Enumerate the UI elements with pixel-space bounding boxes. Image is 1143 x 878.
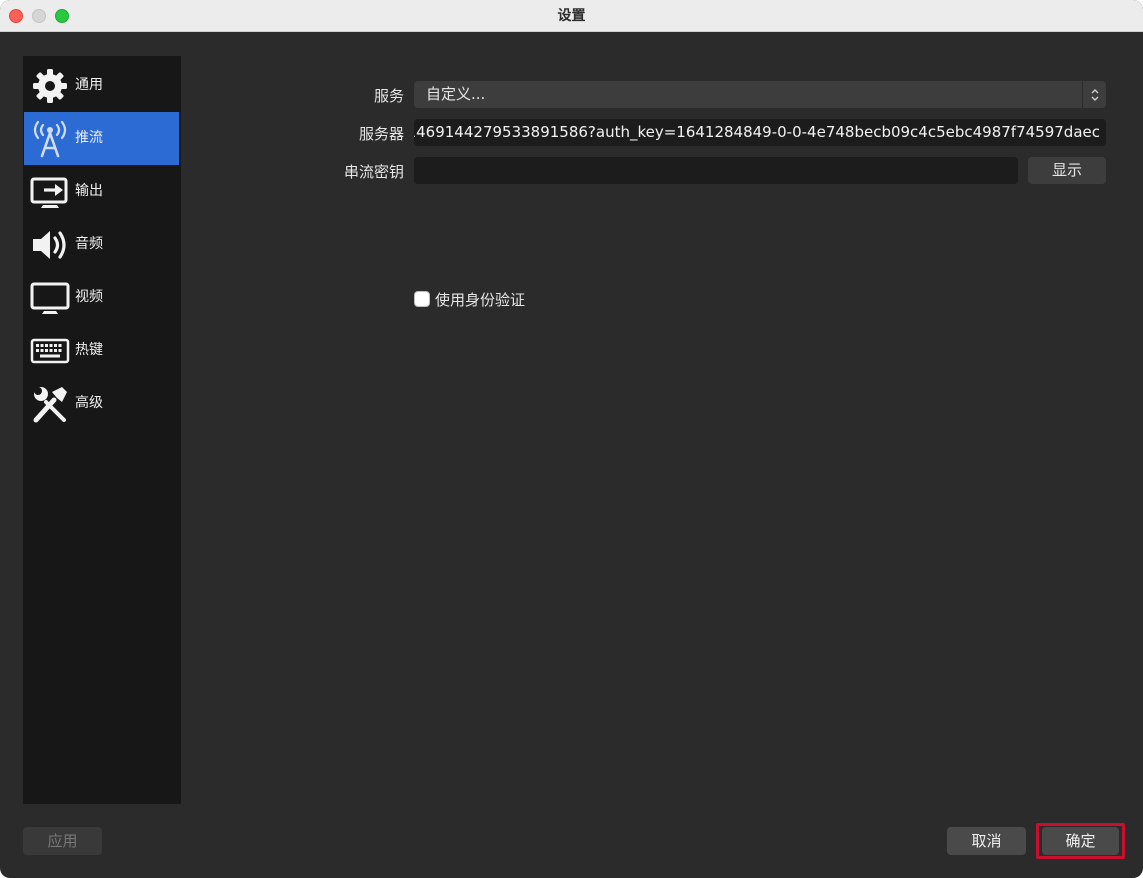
select-arrows-icon (1082, 81, 1106, 108)
server-value: n/1469144279533891586?auth_key=164128484… (414, 123, 1100, 141)
sidebar-item-audio[interactable]: 音频 (24, 218, 179, 271)
server-label: 服务器 (358, 125, 404, 143)
sidebar-item-label: 视频 (75, 289, 103, 305)
use-auth-checkbox[interactable] (414, 291, 430, 307)
show-key-button[interactable]: 显示 (1028, 157, 1106, 184)
settings-window: 设置 通用 推流 输出 音频 视频 热键 高级 服务 自定义... 服务器 n/… (0, 0, 1143, 878)
keyboard-icon (30, 331, 70, 371)
gear-icon (30, 66, 70, 106)
service-label: 服务 (373, 87, 404, 105)
settings-sidebar: 通用 推流 输出 音频 视频 热键 高级 (23, 56, 181, 804)
sidebar-item-label: 音频 (75, 236, 103, 252)
stream-key-label: 串流密钥 (343, 163, 404, 181)
use-auth-label: 使用身份验证 (435, 290, 526, 309)
sidebar-item-label: 输出 (75, 183, 103, 199)
use-auth-checkbox-row[interactable]: 使用身份验证 (414, 290, 526, 309)
speaker-icon (30, 225, 70, 265)
sidebar-item-label: 通用 (75, 77, 103, 93)
sidebar-item-general[interactable]: 通用 (24, 59, 179, 112)
cancel-button[interactable]: 取消 (947, 827, 1026, 855)
sidebar-item-hotkeys[interactable]: 热键 (24, 324, 179, 377)
sidebar-item-label: 高级 (75, 395, 103, 411)
stream-key-input[interactable] (414, 157, 1018, 184)
sidebar-item-label: 热键 (75, 342, 103, 358)
sidebar-item-output[interactable]: 输出 (24, 165, 179, 218)
sidebar-item-video[interactable]: 视频 (24, 271, 179, 324)
broadcast-antenna-icon (30, 119, 70, 159)
ok-button[interactable]: 确定 (1042, 827, 1119, 855)
title-bar: 设置 (0, 0, 1143, 32)
output-monitor-icon (30, 172, 70, 212)
service-select[interactable]: 自定义... (414, 81, 1106, 108)
sidebar-item-stream[interactable]: 推流 (24, 112, 179, 165)
service-value: 自定义... (426, 85, 486, 103)
sidebar-item-advanced[interactable]: 高级 (24, 377, 179, 430)
server-input[interactable]: n/1469144279533891586?auth_key=164128484… (414, 119, 1106, 146)
monitor-icon (30, 278, 70, 318)
sidebar-item-label: 推流 (75, 130, 103, 146)
window-title: 设置 (557, 8, 586, 24)
wrench-screwdriver-icon (30, 384, 70, 424)
apply-button[interactable]: 应用 (23, 827, 102, 855)
